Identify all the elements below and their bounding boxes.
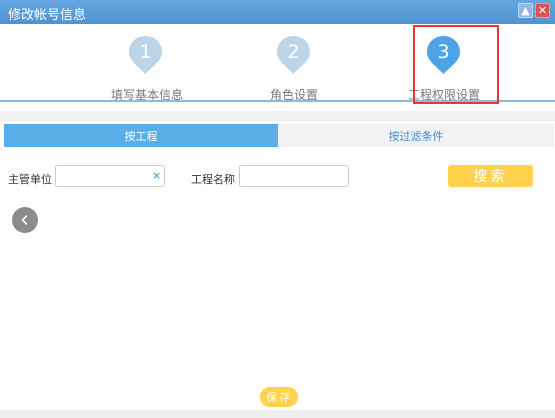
project-label: 工程名称 bbox=[191, 173, 235, 186]
window-titlebar: 修改帐号信息 ▲ ✕ bbox=[0, 0, 555, 24]
chevron-left-icon bbox=[21, 215, 28, 225]
step-2-label: 角色设置 bbox=[270, 88, 319, 102]
minimize-button[interactable]: ▲ bbox=[518, 3, 533, 18]
current-step-highlight bbox=[413, 25, 499, 104]
clear-icon[interactable]: × bbox=[152, 169, 161, 182]
step-2-number: 2 bbox=[287, 41, 300, 63]
step-1-label: 填写基本信息 bbox=[111, 88, 184, 102]
close-button[interactable]: ✕ bbox=[535, 3, 550, 18]
unit-input[interactable] bbox=[55, 165, 165, 187]
search-button[interactable]: 搜索 bbox=[448, 165, 533, 187]
section-divider bbox=[0, 111, 555, 121]
tab-by-filter[interactable]: 按过滤条件 bbox=[278, 124, 554, 147]
filter-tabs: 按工程 按过滤条件 bbox=[4, 124, 554, 147]
window-title: 修改帐号信息 bbox=[8, 8, 87, 23]
bottom-strip bbox=[0, 410, 555, 418]
step-1-number: 1 bbox=[139, 41, 152, 63]
project-input[interactable] bbox=[239, 165, 349, 187]
step-2-marker: 2 bbox=[277, 36, 310, 74]
tab-by-project[interactable]: 按工程 bbox=[4, 124, 278, 147]
unit-label: 主管单位 bbox=[8, 173, 52, 186]
save-button[interactable]: 保存 bbox=[260, 387, 298, 407]
step-1-marker: 1 bbox=[129, 36, 162, 74]
back-button[interactable] bbox=[12, 207, 38, 233]
